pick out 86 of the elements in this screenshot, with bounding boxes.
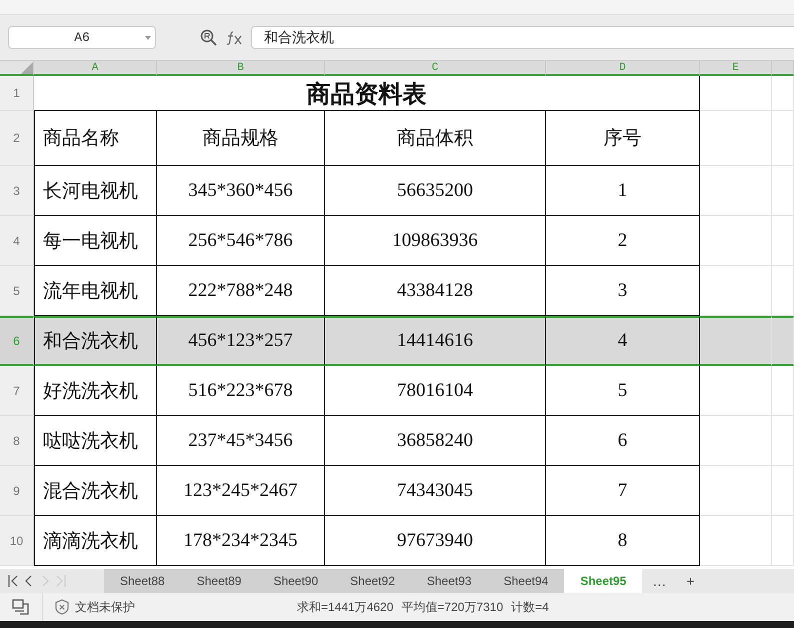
sheet-tab[interactable]: Sheet92 <box>334 569 411 593</box>
table-cell: 256*546*786 <box>157 216 325 266</box>
table-cell: 237*45*3456 <box>157 416 325 466</box>
table-cell: 78016104 <box>325 366 546 416</box>
empty-cell <box>772 316 794 366</box>
empty-cell <box>700 416 772 466</box>
table-cell: 2 <box>546 216 700 266</box>
table-cell: 14414616 <box>325 316 546 366</box>
row-header[interactable]: 7 <box>0 366 34 416</box>
column-heading: 商品体积 <box>325 111 546 166</box>
sheet-tab[interactable]: Sheet88 <box>104 569 181 593</box>
table-cell: 长河电视机 <box>34 166 157 216</box>
empty-cell <box>700 366 772 416</box>
formula-field[interactable]: 和合洗衣机 <box>251 26 794 49</box>
more-tabs-button[interactable]: … <box>642 569 676 593</box>
table-cell: 1 <box>546 166 700 216</box>
table-cell: 滴滴洗衣机 <box>34 516 157 566</box>
empty-cell <box>772 216 794 266</box>
function-icon[interactable] <box>225 30 243 44</box>
row-header[interactable]: 10 <box>0 516 34 566</box>
column-heading: 商品名称 <box>34 111 157 166</box>
sheet-tab[interactable]: Sheet90 <box>257 569 334 593</box>
table-cell: 每一电视机 <box>34 216 157 266</box>
zoom-icon[interactable] <box>200 29 217 46</box>
table-cell: 6 <box>546 416 700 466</box>
table-title: 商品资料表 <box>34 76 700 111</box>
empty-cell <box>772 466 794 516</box>
column-header[interactable]: B <box>157 61 325 76</box>
empty-cell <box>700 216 772 266</box>
table-cell: 8 <box>546 516 700 566</box>
table-cell: 4 <box>546 316 700 366</box>
empty-cell <box>700 466 772 516</box>
table-cell: 混合洗衣机 <box>34 466 157 516</box>
name-box[interactable]: A6 <box>8 26 156 49</box>
table-cell: 74343045 <box>325 466 546 516</box>
row-header[interactable]: 3 <box>0 166 34 216</box>
empty-cell <box>700 166 772 216</box>
table-cell: 7 <box>546 466 700 516</box>
add-sheet-button[interactable]: + <box>676 569 705 593</box>
column-heading: 商品规格 <box>157 111 325 166</box>
table-cell: 456*123*257 <box>157 316 325 366</box>
empty-cell <box>772 516 794 566</box>
monitor-icon[interactable] <box>12 599 30 615</box>
table-cell: 123*245*2467 <box>157 466 325 516</box>
column-heading: 序号 <box>546 111 700 166</box>
shield-icon[interactable] <box>55 599 69 615</box>
table-cell: 56635200 <box>325 166 546 216</box>
empty-cell <box>772 111 794 166</box>
sum-readout: 求和=1441万4620 <box>297 598 394 616</box>
table-cell: 516*223*678 <box>157 366 325 416</box>
sheet-tab[interactable]: Sheet95 <box>564 569 642 593</box>
empty-cell <box>700 516 772 566</box>
empty-cell <box>700 111 772 166</box>
table-cell: 哒哒洗衣机 <box>34 416 157 466</box>
empty-cell <box>700 76 772 111</box>
table-cell: 178*234*2345 <box>157 516 325 566</box>
empty-cell <box>772 166 794 216</box>
column-header[interactable]: E <box>700 61 772 76</box>
column-header[interactable]: D <box>546 61 700 76</box>
table-cell: 和合洗衣机 <box>34 316 157 366</box>
sheet-tab[interactable]: Sheet94 <box>488 569 564 593</box>
sheet-tab[interactable]: Sheet93 <box>410 569 488 593</box>
table-cell: 345*360*456 <box>157 166 325 216</box>
first-sheet-icon[interactable] <box>8 575 18 587</box>
sheet-tab[interactable]: Sheet89 <box>180 569 258 593</box>
row-header[interactable]: 6 <box>0 316 34 366</box>
column-header[interactable] <box>772 61 794 76</box>
average-readout: 平均值=720万7310 <box>401 598 504 616</box>
dropdown-icon[interactable] <box>145 36 151 40</box>
table-cell: 36858240 <box>325 416 546 466</box>
column-header[interactable]: A <box>34 61 157 76</box>
count-readout: 计数=4 <box>511 598 549 616</box>
table-cell: 好洗洗衣机 <box>34 366 157 416</box>
table-cell: 97673940 <box>325 516 546 566</box>
protection-status[interactable]: 文档未保护 <box>75 598 135 616</box>
row-header[interactable]: 4 <box>0 216 34 266</box>
table-cell: 5 <box>546 366 700 416</box>
column-header[interactable]: C <box>325 61 546 76</box>
row-header[interactable]: 2 <box>0 111 34 166</box>
table-cell: 109863936 <box>325 216 546 266</box>
previous-sheet-icon[interactable] <box>24 575 34 587</box>
row-header[interactable]: 8 <box>0 416 34 466</box>
row-header[interactable]: 1 <box>0 76 34 111</box>
empty-cell <box>772 416 794 466</box>
row-header[interactable]: 9 <box>0 466 34 516</box>
row-header[interactable]: 5 <box>0 266 34 316</box>
